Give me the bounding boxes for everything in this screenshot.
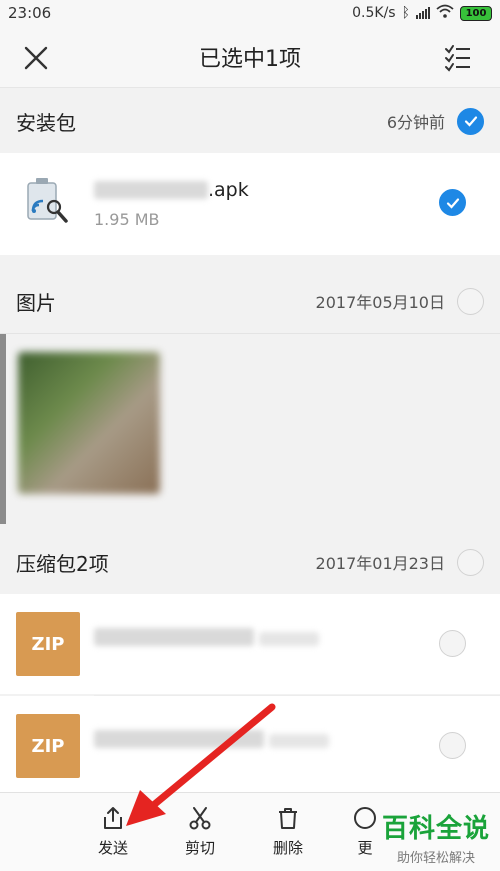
- cut-button[interactable]: 剪切: [165, 805, 235, 858]
- send-label: 发送: [97, 839, 128, 857]
- blurred-file-name: [94, 181, 208, 199]
- delete-label: 删除: [272, 839, 303, 857]
- more-label: 更: [357, 839, 373, 857]
- apk-file-name: .apk: [94, 179, 249, 201]
- section-archives-label: 压缩包2项: [16, 551, 109, 576]
- page-title: 已选中1项: [199, 46, 301, 72]
- zip-file-checkbox[interactable]: [439, 732, 466, 759]
- select-all-icon[interactable]: [444, 44, 472, 72]
- section-apk-label: 安装包: [16, 110, 76, 135]
- blurred-file-size: [269, 734, 330, 748]
- network-speed: 0.5K/s: [352, 5, 396, 21]
- image-grid: [0, 333, 500, 524]
- wifi-icon: [436, 4, 454, 22]
- zip-file-checkbox[interactable]: [439, 630, 466, 657]
- section-archives[interactable]: 压缩包2项 2017年01月23日: [0, 530, 500, 594]
- send-button[interactable]: 发送: [78, 805, 148, 858]
- blurred-file-name: [94, 730, 264, 748]
- status-bar: 23:06 0.5K/s ᛒ 100: [0, 0, 500, 26]
- zip-file-row[interactable]: ZIP: [0, 696, 500, 796]
- check-icon: [446, 197, 459, 209]
- section-images-date: 2017年05月10日: [315, 293, 445, 312]
- delete-button[interactable]: 删除: [253, 805, 323, 858]
- zip-file-row[interactable]: ZIP: [0, 594, 500, 694]
- share-icon: [104, 807, 122, 829]
- bluetooth-icon: ᛒ: [401, 5, 410, 21]
- cut-label: 剪切: [184, 839, 215, 857]
- signal-icon: [416, 7, 430, 19]
- blurred-file-name: [94, 628, 254, 646]
- image-thumbnail[interactable]: [18, 352, 160, 494]
- zip-file-info: [94, 720, 330, 752]
- watermark-title: 百科全说: [381, 814, 490, 844]
- section-archives-checkbox[interactable]: [457, 548, 484, 576]
- section-archives-date: 2017年01月23日: [315, 554, 445, 573]
- section-images-label: 图片: [16, 290, 56, 315]
- zip-file-icon: ZIP: [16, 714, 80, 778]
- scissors-icon: [189, 807, 211, 830]
- zip-file-info: [94, 618, 320, 650]
- zip-file-icon: ZIP: [16, 612, 80, 676]
- trash-icon: [279, 808, 297, 829]
- battery-icon: 100: [460, 5, 492, 21]
- blurred-file-size: [259, 632, 320, 646]
- apk-file-row[interactable]: .apk 1.95 MB: [0, 153, 500, 255]
- status-right: 0.5K/s ᛒ 100: [352, 4, 492, 22]
- section-apk-checkbox[interactable]: [457, 107, 484, 135]
- status-time: 23:06: [8, 4, 52, 22]
- apk-file-size: 1.95 MB: [94, 210, 160, 229]
- apk-extension: .apk: [208, 179, 249, 201]
- section-images-checkbox[interactable]: [457, 287, 484, 315]
- apk-scanner-icon: [27, 178, 68, 223]
- watermark-logo: 百科全说 助你轻松解决: [372, 808, 500, 868]
- watermark-slogan: 助你轻松解决: [396, 851, 475, 866]
- apk-file-checkbox[interactable]: [439, 189, 466, 216]
- section-apk-time: 6分钟前: [386, 113, 445, 132]
- close-icon[interactable]: [22, 44, 50, 72]
- check-icon: [464, 116, 477, 127]
- selection-header: 已选中1项: [0, 26, 500, 88]
- image-edge-strip: [0, 334, 6, 524]
- section-images[interactable]: 图片 2017年05月10日: [0, 269, 500, 333]
- section-apk[interactable]: 安装包 6分钟前: [0, 89, 500, 153]
